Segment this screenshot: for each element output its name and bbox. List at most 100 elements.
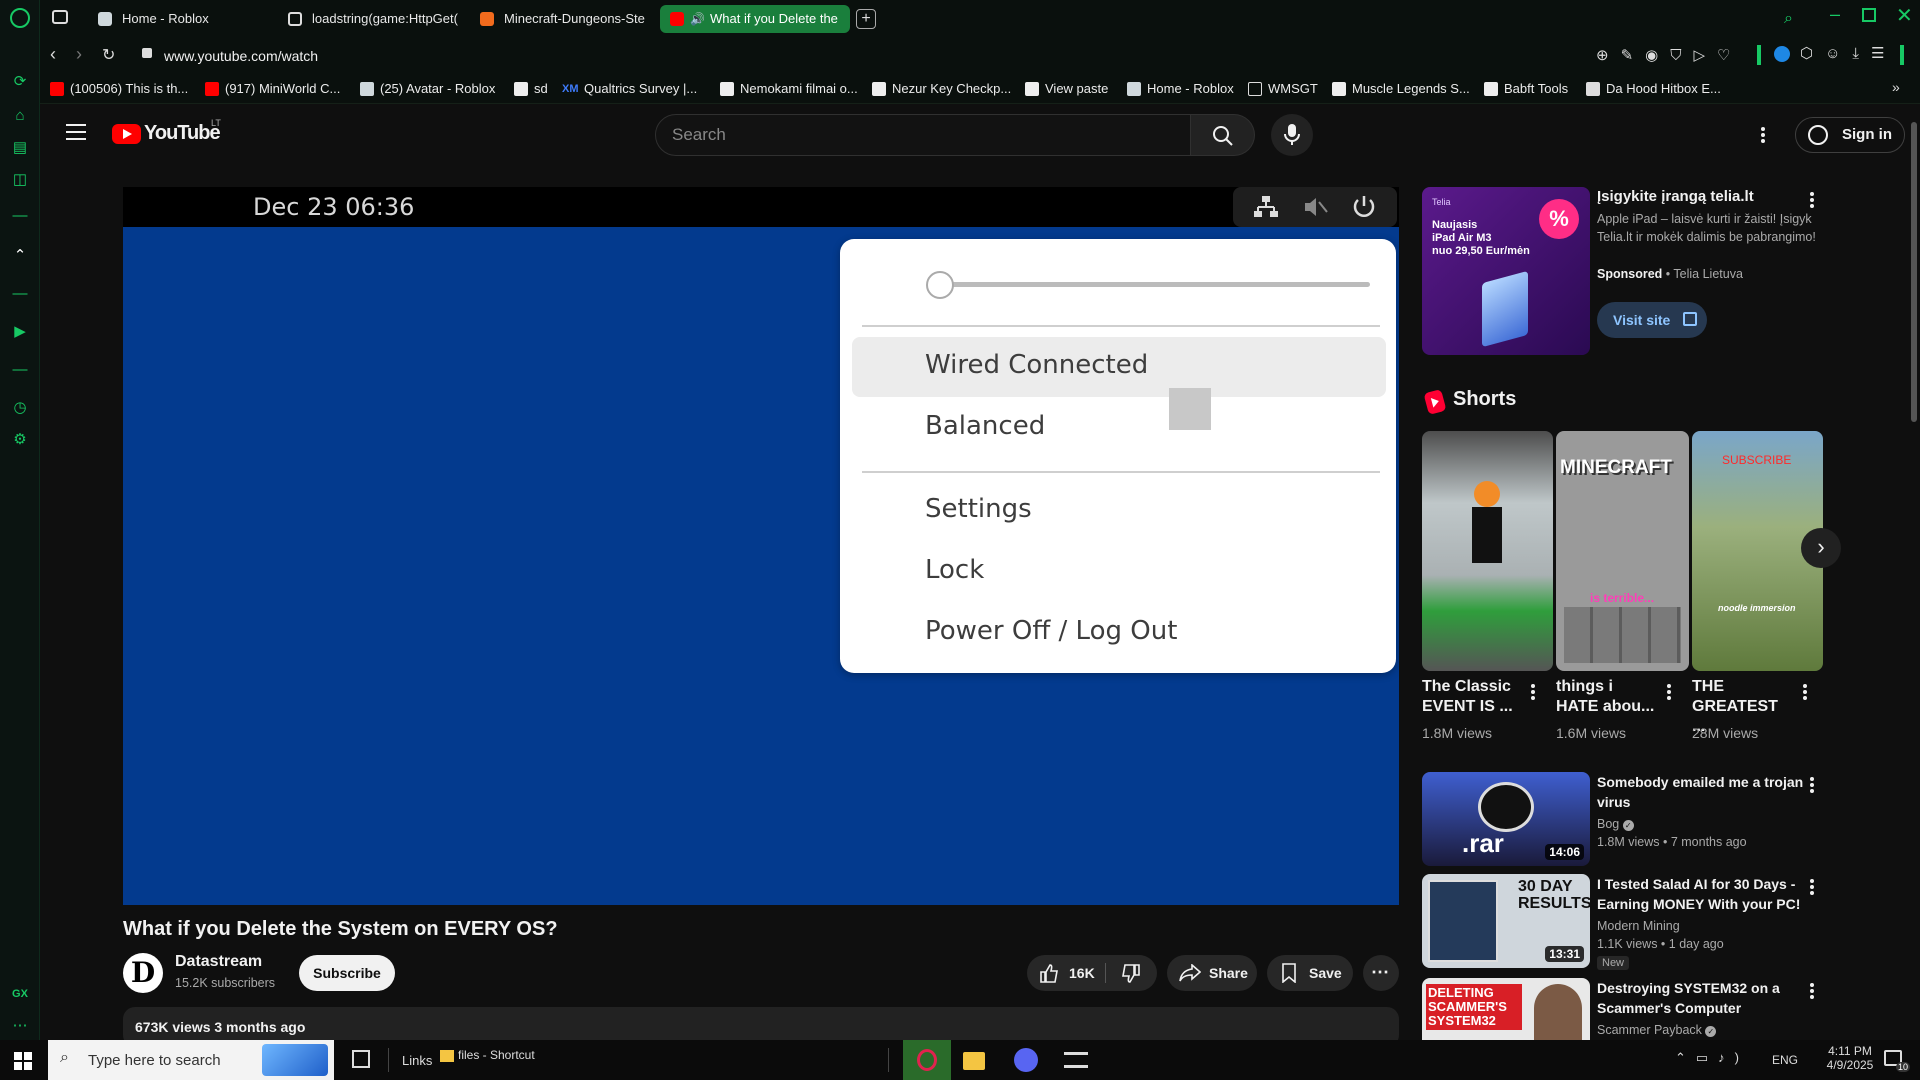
toolbar-right-icons[interactable]: ⬡☺⤓☰ — [1800, 44, 1897, 62]
lock-icon[interactable] — [142, 48, 152, 58]
app-icon[interactable] — [1064, 1052, 1088, 1068]
tab-home-roblox[interactable]: Home - Roblox — [88, 5, 278, 33]
windows-start-icon[interactable] — [14, 1052, 32, 1070]
back-icon[interactable]: ‹ — [50, 44, 56, 65]
menu-item-wired-connected[interactable]: Wired Connected — [925, 350, 1148, 380]
bookmark-item[interactable]: Nemokami filmai o... — [720, 80, 858, 98]
ad-thumbnail[interactable]: Telia Naujasis iPad Air M3 nuo 29,50 Eur… — [1422, 187, 1590, 355]
hamburger-menu-icon[interactable] — [66, 124, 86, 140]
search-button[interactable] — [1191, 114, 1255, 156]
task-view-icon[interactable] — [352, 1050, 370, 1068]
discord-icon[interactable] — [1014, 1048, 1038, 1072]
minimize-icon[interactable]: – — [1830, 4, 1840, 25]
short-title[interactable]: The Classic EVENT IS ... — [1422, 677, 1518, 717]
language-indicator[interactable]: ENG — [1772, 1053, 1798, 1067]
new-tab-plus-icon[interactable]: + — [856, 9, 876, 29]
voice-search-button[interactable] — [1271, 114, 1313, 156]
opera-gx-taskbar-button[interactable] — [903, 1040, 951, 1080]
video-player[interactable]: Dec 23 06:36 Wired Connected Balanced Se… — [123, 187, 1399, 905]
video-more-icon[interactable] — [1809, 981, 1815, 1001]
tab-youtube-active[interactable]: 🔊 What if you Delete the — [660, 5, 850, 33]
settings-more-icon[interactable] — [1760, 125, 1766, 145]
player-icon[interactable]: ▶ — [10, 322, 30, 342]
clock[interactable]: 4:11 PM 4/9/2025 — [1820, 1044, 1880, 1072]
search-input[interactable]: Search — [655, 114, 1191, 156]
channel-name[interactable]: Datastream — [175, 953, 262, 971]
menu-item-power-off[interactable]: Power Off / Log Out — [925, 616, 1177, 646]
tab-loadstring[interactable]: loadstring(game:HttpGet( — [278, 5, 468, 33]
video-thumbnail[interactable]: 30 DAY RESULTS 13:31 — [1422, 874, 1590, 968]
volume-slider-handle[interactable] — [926, 271, 954, 299]
reload-icon[interactable]: ↻ — [102, 45, 115, 65]
forward-icon[interactable]: › — [76, 44, 82, 65]
channel-name[interactable]: Scammer Payback — [1597, 1023, 1702, 1037]
menu-item-settings[interactable]: Settings — [925, 494, 1032, 524]
channel-avatar[interactable]: D — [123, 953, 163, 993]
twitch-icon[interactable]: ▤ — [10, 138, 30, 158]
history-icon[interactable]: ◷ — [10, 398, 30, 418]
sign-in-button[interactable]: Sign in — [1795, 117, 1905, 153]
channel-name[interactable]: Modern Mining — [1597, 917, 1680, 935]
bookmark-item[interactable]: (25) Avatar - Roblox — [360, 80, 495, 98]
more-icon[interactable]: ⋯ — [10, 1016, 30, 1036]
short-thumbnail-1[interactable] — [1422, 431, 1553, 671]
menu-item-balanced[interactable]: Balanced — [925, 411, 1045, 441]
scrollbar-thumb[interactable] — [1911, 122, 1917, 422]
tab-minecraft-dungeons[interactable]: Minecraft-Dungeons-Ste — [470, 5, 660, 33]
ad-title[interactable]: Įsigykite įrangą telia.lt — [1597, 187, 1817, 207]
bookmark-item[interactable]: Babft Tools — [1484, 80, 1568, 98]
toolbar-extension-icons[interactable]: ⊕✎◉⛉▷♡ — [1596, 46, 1742, 64]
feature-icon[interactable]: ⌃ — [10, 246, 30, 266]
video-title[interactable]: Somebody emailed me a trojan virus — [1597, 772, 1809, 812]
opera-logo-icon[interactable] — [10, 8, 30, 28]
more-actions-button[interactable]: ⋯ — [1363, 955, 1399, 991]
url-field[interactable]: www.youtube.com/watch — [164, 48, 318, 64]
more-bookmarks-icon[interactable]: » — [1892, 79, 1900, 95]
bookmark-item[interactable]: Da Hood Hitbox E... — [1586, 80, 1721, 98]
maximize-icon[interactable] — [1862, 8, 1876, 22]
video-thumbnail[interactable]: DELETING SCAMMER'S SYSTEM32 — [1422, 978, 1590, 1040]
short-more-icon[interactable] — [1802, 682, 1808, 702]
channel-name[interactable]: Bog — [1597, 817, 1619, 831]
share-button[interactable]: Share — [1167, 955, 1257, 991]
menu-item-lock[interactable]: Lock — [925, 555, 984, 585]
system-tray-icons[interactable]: ⌃▭♪) — [1675, 1050, 1749, 1066]
youtube-logo-text[interactable]: YouTube — [144, 122, 221, 145]
like-button[interactable]: 16K — [1027, 955, 1105, 991]
shorts-next-arrow-icon[interactable]: › — [1801, 528, 1841, 568]
links-toolbar[interactable]: Links — [402, 1053, 432, 1068]
video-more-icon[interactable] — [1809, 877, 1815, 897]
bookmark-item[interactable]: Muscle Legends S... — [1332, 80, 1470, 98]
bookmark-item[interactable]: (100506) This is th... — [50, 80, 188, 98]
short-title[interactable]: things i HATE abou... — [1556, 677, 1656, 717]
short-more-icon[interactable] — [1666, 682, 1672, 702]
bookmark-item[interactable]: View paste — [1025, 80, 1108, 98]
bookmark-item[interactable]: Nezur Key Checkp... — [872, 80, 1011, 98]
gx-label[interactable]: GX — [10, 984, 30, 1004]
tab-menu-icon[interactable] — [52, 10, 68, 24]
file-explorer-icon[interactable] — [963, 1052, 985, 1070]
video-title[interactable]: Destroying SYSTEM32 on a Scammer's Compu… — [1597, 978, 1809, 1018]
close-window-icon[interactable]: ✕ — [1896, 3, 1913, 28]
dislike-button[interactable] — [1107, 955, 1157, 991]
settings-gear-icon[interactable]: ⚙ — [10, 430, 30, 450]
bookmark-item[interactable]: (917) MiniWorld C... — [205, 80, 340, 98]
video-title[interactable]: I Tested Salad AI for 30 Days - Earning … — [1597, 874, 1809, 914]
ad-more-icon[interactable] — [1809, 190, 1815, 210]
messenger-icon[interactable]: ◫ — [10, 170, 30, 190]
short-more-icon[interactable] — [1530, 682, 1536, 702]
bot-icon[interactable]: ⌂ — [10, 106, 30, 126]
visit-site-button[interactable]: Visit site — [1597, 302, 1707, 338]
video-thumbnail[interactable]: .rar 14:06 — [1422, 772, 1590, 866]
files-shortcut[interactable]: files - Shortcut — [440, 1048, 535, 1062]
subscribe-button[interactable]: Subscribe — [299, 955, 395, 991]
vpn-icon[interactable] — [1774, 46, 1790, 62]
save-button[interactable]: Save — [1267, 955, 1353, 991]
youtube-logo-icon[interactable] — [112, 124, 141, 144]
bookmark-item[interactable]: XM Qualtrics Survey |... — [562, 80, 697, 98]
taskbar-search-box[interactable]: ⌕ Type here to search — [48, 1040, 334, 1080]
video-more-icon[interactable] — [1809, 775, 1815, 795]
search-tabs-icon[interactable]: ⌕ — [1784, 10, 1793, 28]
page-scrollbar[interactable] — [1908, 104, 1920, 1040]
volume-slider-track[interactable] — [930, 282, 1370, 287]
